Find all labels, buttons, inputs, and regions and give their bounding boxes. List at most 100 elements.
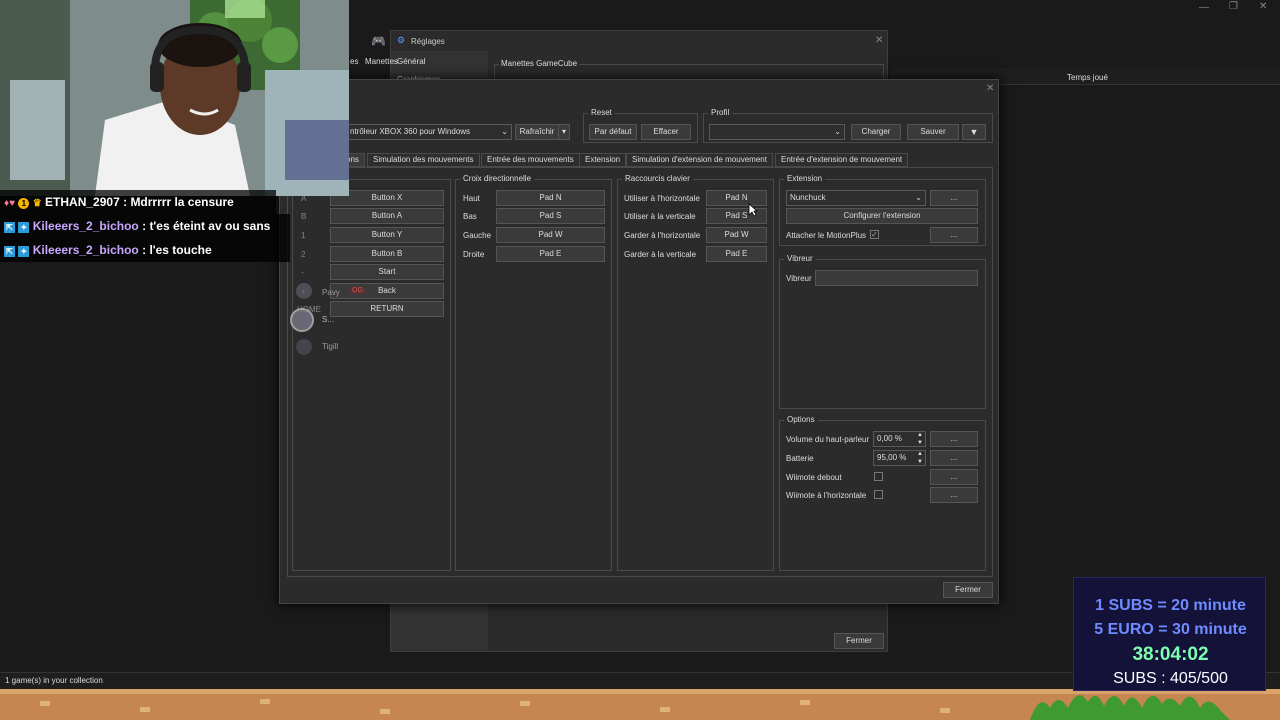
dpad-right-label: Droite <box>463 250 485 259</box>
minimize-icon[interactable]: — <box>1199 2 1209 13</box>
upright-checkbox[interactable] <box>874 472 883 481</box>
battery-spinbox[interactable]: 95,00 % ▲ ▼ <box>873 450 926 466</box>
overlay-avatar <box>296 283 312 299</box>
binding-2[interactable]: Button B <box>330 246 444 262</box>
hotkey-hold-vertical-binding[interactable]: Pad E <box>706 246 767 262</box>
profile-menu-button[interactable]: ▼ <box>962 124 986 140</box>
speaker-volume-spinbox[interactable]: 0,00 % ▲ ▼ <box>873 431 926 447</box>
prime-badge-icon: ⇱ <box>4 222 15 233</box>
gear-icon: ⚙ <box>397 35 406 45</box>
extension-select-value: Nunchuck <box>790 193 826 202</box>
chat-username: ETHAN_2907 <box>45 195 120 209</box>
motionplus-label: Attacher le MotionPlus <box>786 231 867 240</box>
configure-extension-button[interactable]: Configurer l'extension <box>786 208 978 224</box>
battery-more-button[interactable]: ... <box>930 450 978 466</box>
reset-group-title: Reset <box>588 108 615 117</box>
motionplus-more-button[interactable]: ... <box>930 227 978 243</box>
sub-badge-icon: ✦ <box>18 222 30 233</box>
battery-label: Batterie <box>786 454 814 463</box>
crown-icon: ♛ <box>32 198 42 209</box>
hotkeys-group-title: Raccourcis clavier <box>622 174 693 183</box>
refresh-button[interactable]: Rafraîchir <box>515 124 559 140</box>
default-button[interactable]: Par défaut <box>589 124 637 140</box>
settings-title: Réglages <box>411 37 445 46</box>
rumble-label: Vibreur <box>786 274 812 283</box>
overlay-avatar <box>296 339 312 355</box>
sub-rate-text: 1 SUBS = 20 minute <box>1095 597 1246 614</box>
rumble-binding[interactable] <box>815 270 978 286</box>
speaker-volume-label: Volume du haut-parleur <box>786 435 870 444</box>
euro-rate-text: 5 EURO = 30 minute <box>1094 621 1247 638</box>
upright-more-button[interactable]: ... <box>930 469 978 485</box>
binding-home[interactable]: RETURN <box>330 301 444 317</box>
dpad-up-label: Haut <box>463 194 480 203</box>
subs-count-text: SUBS : 405/500 <box>1113 670 1228 687</box>
sideways-more-button[interactable]: ... <box>930 487 978 503</box>
chat-badges-icon: ♦♥ <box>4 198 16 209</box>
extension-group-title: Extension <box>784 174 826 183</box>
prime-badge-icon: ⇱ <box>4 246 15 257</box>
sidebar-item-general[interactable]: Général <box>397 57 425 66</box>
gamecube-group-title: Manettes GameCube <box>499 59 580 68</box>
binding-plus[interactable]: Back <box>330 283 444 299</box>
dpad-down-binding[interactable]: Pad S <box>496 208 605 224</box>
chat-separator: : <box>142 243 147 257</box>
timer-text: 38:04:02 <box>1132 644 1209 665</box>
column-time-played[interactable]: Temps joué <box>1067 73 1108 82</box>
hotkey-hold-horizontal-label: Garder à l'horizontale <box>624 231 701 240</box>
settings-tab-partial[interactable]: es <box>350 57 358 66</box>
profile-select[interactable]: ⌄ <box>709 124 845 140</box>
game-ground-strip <box>0 689 1280 720</box>
binding-b[interactable]: Button A <box>330 208 444 224</box>
tab-motion-simulation[interactable]: Simulation des mouvements <box>367 153 480 167</box>
sideways-label: Wiimote à l'horizontale <box>786 491 867 500</box>
dpad-right-binding[interactable]: Pad E <box>496 246 605 262</box>
clear-button[interactable]: Effacer <box>641 124 691 140</box>
hotkey-hold-horizontal-binding[interactable]: Pad W <box>706 227 767 243</box>
refresh-dropdown-button[interactable]: ▾ <box>558 124 570 140</box>
button-label-b: B <box>301 212 307 221</box>
chevron-down-icon: ▾ <box>561 127 566 136</box>
settings-tab-controllers[interactable]: Manettes <box>365 57 398 66</box>
sideways-checkbox[interactable] <box>874 490 883 499</box>
settings-close-icon[interactable]: ✕ <box>875 35 883 46</box>
extension-more-button[interactable]: ... <box>930 190 978 206</box>
mouse-cursor-icon <box>748 203 758 217</box>
close-icon[interactable]: ✕ <box>1259 1 1267 12</box>
dpad-left-binding[interactable]: Pad W <box>496 227 605 243</box>
dialog-close-icon[interactable]: ✕ <box>986 83 994 94</box>
settings-close-button[interactable]: Fermer <box>834 633 884 649</box>
load-button[interactable]: Charger <box>851 124 901 140</box>
chat-text: t'es éteint av ou sans <box>149 219 271 233</box>
chat-message: ⇱ ✦ Kileeers_2_bichoo : l'es touche <box>0 238 290 262</box>
tab-extension-motion-input[interactable]: Entrée d'extension de mouvement <box>775 153 909 167</box>
tab-motion-input[interactable]: Entrée des mouvements <box>481 153 580 167</box>
extension-select[interactable]: Nunchuck ⌄ <box>786 190 926 206</box>
battery-value: 95,00 % <box>877 453 907 462</box>
maximize-icon[interactable]: ❐ <box>1229 1 1238 12</box>
dpad-up-binding[interactable]: Pad N <box>496 190 605 206</box>
dpad-down-label: Bas <box>463 212 477 221</box>
chat-separator: : <box>123 195 128 209</box>
device-select[interactable]: ntrôleur XBOX 360 pour Windows ⌄ <box>346 124 512 140</box>
chat-separator: : <box>142 219 147 233</box>
overlay-name: S... <box>322 315 335 324</box>
dpad-left-label: Gauche <box>463 231 492 240</box>
chat-message: ⇱ ✦ Kileeers_2_bichoo : t'es éteint av o… <box>0 214 290 238</box>
upright-label: Wiimote debout <box>786 473 842 482</box>
status-text: 1 game(s) in your collection <box>5 676 103 685</box>
button-label-minus: - <box>301 268 304 277</box>
hotkey-use-vertical-label: Utiliser à la verticale <box>624 212 696 221</box>
profile-group-title: Profil <box>708 108 733 117</box>
motionplus-checkbox[interactable]: ✓ <box>870 230 879 239</box>
og-badge: OG <box>352 287 363 294</box>
tab-extension[interactable]: Extension <box>579 153 627 167</box>
binding-1[interactable]: Button Y <box>330 227 444 243</box>
dialog-close-button[interactable]: Fermer <box>943 582 993 598</box>
dpad-group-title: Croix directionnelle <box>460 174 535 183</box>
speaker-more-button[interactable]: ... <box>930 431 978 447</box>
chat-username: Kileeers_2_bichoo <box>32 219 139 233</box>
binding-minus[interactable]: Start <box>330 264 444 280</box>
save-button[interactable]: Sauver <box>907 124 959 140</box>
tab-extension-motion-simulation[interactable]: Simulation d'extension de mouvement <box>626 153 773 167</box>
